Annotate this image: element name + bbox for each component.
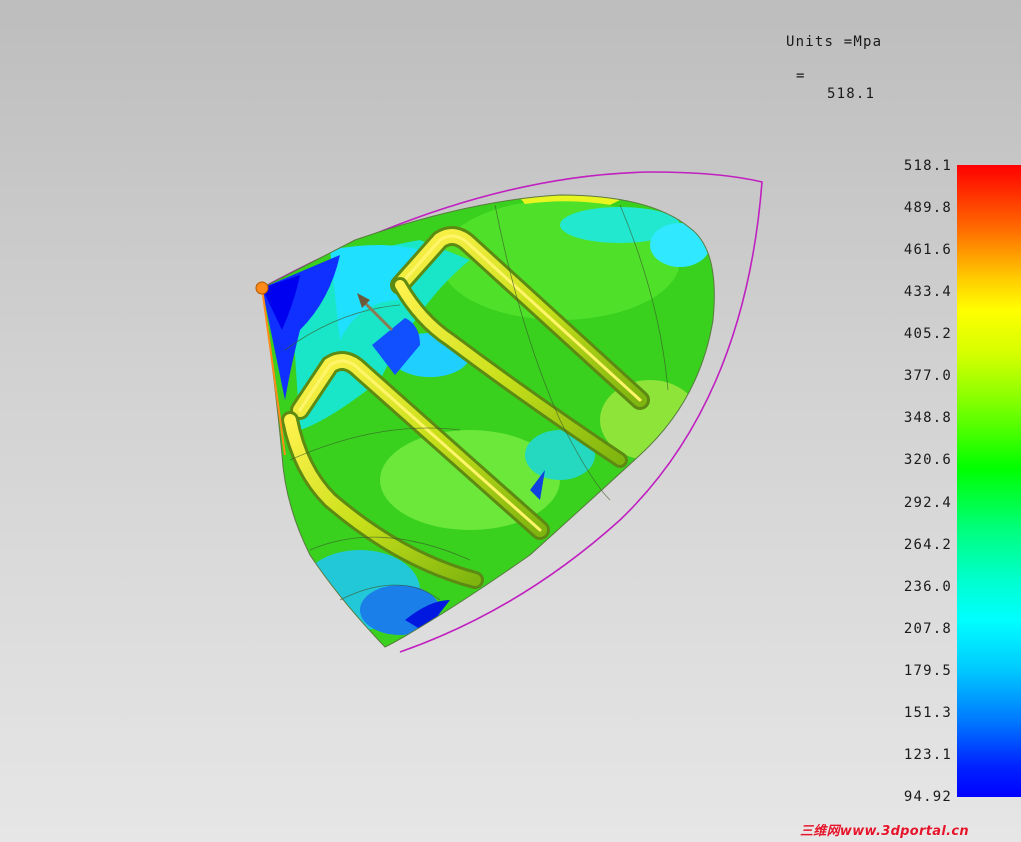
max-equals-label: = bbox=[796, 68, 806, 84]
legend-tick: 207.8 bbox=[903, 621, 952, 637]
legend-tick: 123.1 bbox=[903, 747, 952, 763]
stress-color-legend-bar bbox=[957, 165, 1021, 797]
legend-tick: 348.8 bbox=[903, 410, 952, 426]
legend-tick: 405.2 bbox=[903, 326, 952, 342]
graphics-viewport[interactable]: Units =Mpa = 518.1 518.1 489.8 461.6 433… bbox=[0, 0, 1021, 842]
legend-tick: 377.0 bbox=[903, 368, 952, 384]
legend-tick: 264.2 bbox=[903, 537, 952, 553]
site-watermark: 三维网www.3dportal.cn bbox=[800, 824, 969, 839]
legend-tick: 236.0 bbox=[903, 579, 952, 595]
legend-tick: 151.3 bbox=[903, 705, 952, 721]
stress-result-model bbox=[255, 171, 763, 653]
units-label: Units =Mpa bbox=[786, 34, 883, 50]
max-stress-value: 518.1 bbox=[827, 86, 876, 102]
legend-tick: 461.6 bbox=[903, 242, 952, 258]
legend-tick: 179.5 bbox=[903, 663, 952, 679]
legend-tick: 292.4 bbox=[903, 495, 952, 511]
legend-tick: 518.1 bbox=[903, 158, 952, 174]
legend-tick: 489.8 bbox=[903, 200, 952, 216]
legend-tick: 433.4 bbox=[903, 284, 952, 300]
legend-tick: 320.6 bbox=[903, 452, 952, 468]
legend-tick: 94.92 bbox=[903, 789, 952, 805]
